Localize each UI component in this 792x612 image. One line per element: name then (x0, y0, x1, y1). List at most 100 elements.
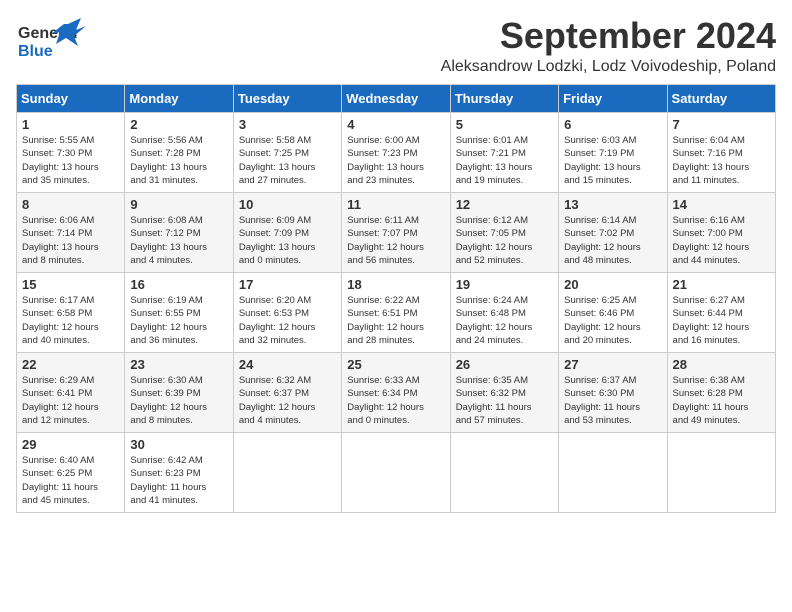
day-number: 27 (564, 357, 661, 372)
day-info: Sunrise: 6:42 AMSunset: 6:23 PMDaylight:… (130, 454, 227, 507)
logo-icon: General Blue (16, 16, 86, 76)
calendar-cell: 19 Sunrise: 6:24 AMSunset: 6:48 PMDayligh… (450, 273, 558, 353)
day-info: Sunrise: 6:40 AMSunset: 6:25 PMDaylight:… (22, 454, 119, 507)
day-info: Sunrise: 6:24 AMSunset: 6:48 PMDaylight:… (456, 294, 553, 347)
calendar-cell: 6 Sunrise: 6:03 AMSunset: 7:19 PMDaylight… (559, 113, 667, 193)
calendar-cell: 17 Sunrise: 6:20 AMSunset: 6:53 PMDayligh… (233, 273, 341, 353)
calendar-subtitle: Aleksandrow Lodzki, Lodz Voivodeship, Po… (86, 58, 776, 76)
day-info: Sunrise: 6:35 AMSunset: 6:32 PMDaylight:… (456, 374, 553, 427)
day-info: Sunrise: 6:09 AMSunset: 7:09 PMDaylight:… (239, 214, 336, 267)
day-info: Sunrise: 6:08 AMSunset: 7:12 PMDaylight:… (130, 214, 227, 267)
day-info: Sunrise: 6:30 AMSunset: 6:39 PMDaylight:… (130, 374, 227, 427)
calendar-cell: 12 Sunrise: 6:12 AMSunset: 7:05 PMDayligh… (450, 193, 558, 273)
calendar-cell: 3 Sunrise: 5:58 AMSunset: 7:25 PMDaylight… (233, 113, 341, 193)
day-info: Sunrise: 6:12 AMSunset: 7:05 PMDaylight:… (456, 214, 553, 267)
calendar-cell: 14 Sunrise: 6:16 AMSunset: 7:00 PMDayligh… (667, 193, 775, 273)
day-number: 29 (22, 437, 119, 452)
column-header-sunday: Sunday (17, 85, 125, 113)
day-number: 17 (239, 277, 336, 292)
column-header-wednesday: Wednesday (342, 85, 450, 113)
day-info: Sunrise: 6:16 AMSunset: 7:00 PMDaylight:… (673, 214, 770, 267)
day-number: 4 (347, 117, 444, 132)
calendar-cell: 16Sunrise: 6:19 AMSunset: 6:55 PMDayligh… (125, 273, 233, 353)
calendar-week-4: 22Sunrise: 6:29 AMSunset: 6:41 PMDayligh… (17, 353, 776, 433)
column-header-tuesday: Tuesday (233, 85, 341, 113)
day-number: 18 (347, 277, 444, 292)
title-block: September 2024 Aleksandrow Lodzki, Lodz … (86, 16, 776, 76)
calendar-cell: 10Sunrise: 6:09 AMSunset: 7:09 PMDayligh… (233, 193, 341, 273)
calendar-cell: 2 Sunrise: 5:56 AMSunset: 7:28 PMDaylight… (125, 113, 233, 193)
day-number: 3 (239, 117, 336, 132)
day-number: 30 (130, 437, 227, 452)
logo: General Blue (16, 16, 86, 76)
day-number: 13 (564, 197, 661, 212)
calendar-header-row: SundayMondayTuesdayWednesdayThursdayFrid… (17, 85, 776, 113)
day-info: Sunrise: 6:06 AMSunset: 7:14 PMDaylight:… (22, 214, 119, 267)
day-number: 26 (456, 357, 553, 372)
day-number: 15 (22, 277, 119, 292)
calendar-table: SundayMondayTuesdayWednesdayThursdayFrid… (16, 84, 776, 513)
calendar-cell (342, 433, 450, 513)
calendar-cell: 21Sunrise: 6:27 AMSunset: 6:44 PMDayligh… (667, 273, 775, 353)
calendar-week-1: 1Sunrise: 5:55 AMSunset: 7:30 PMDaylight… (17, 113, 776, 193)
day-number: 20 (564, 277, 661, 292)
column-header-friday: Friday (559, 85, 667, 113)
day-info: Sunrise: 5:56 AMSunset: 7:28 PMDaylight:… (130, 134, 227, 187)
calendar-cell: 25 Sunrise: 6:33 AMSunset: 6:34 PMDayligh… (342, 353, 450, 433)
day-info: Sunrise: 6:20 AMSunset: 6:53 PMDaylight:… (239, 294, 336, 347)
calendar-cell: 22Sunrise: 6:29 AMSunset: 6:41 PMDayligh… (17, 353, 125, 433)
calendar-cell: 20Sunrise: 6:25 AMSunset: 6:46 PMDayligh… (559, 273, 667, 353)
day-number: 25 (347, 357, 444, 372)
page-header: General Blue September 2024 Aleksandrow … (16, 16, 776, 76)
day-info: Sunrise: 6:01 AMSunset: 7:21 PMDaylight:… (456, 134, 553, 187)
day-number: 9 (130, 197, 227, 212)
calendar-cell: 26 Sunrise: 6:35 AMSunset: 6:32 PMDayligh… (450, 353, 558, 433)
calendar-cell: 29 Sunrise: 6:40 AMSunset: 6:25 PMDayligh… (17, 433, 125, 513)
calendar-cell: 13 Sunrise: 6:14 AMSunset: 7:02 PMDayligh… (559, 193, 667, 273)
day-number: 8 (22, 197, 119, 212)
calendar-cell: 30 Sunrise: 6:42 AMSunset: 6:23 PMDayligh… (125, 433, 233, 513)
day-number: 19 (456, 277, 553, 292)
day-number: 24 (239, 357, 336, 372)
calendar-cell: 7Sunrise: 6:04 AMSunset: 7:16 PMDaylight… (667, 113, 775, 193)
calendar-cell: 11 Sunrise: 6:11 AMSunset: 7:07 PMDayligh… (342, 193, 450, 273)
day-number: 23 (130, 357, 227, 372)
day-info: Sunrise: 6:00 AMSunset: 7:23 PMDaylight:… (347, 134, 444, 187)
day-info: Sunrise: 6:27 AMSunset: 6:44 PMDaylight:… (673, 294, 770, 347)
day-number: 1 (22, 117, 119, 132)
day-info: Sunrise: 6:38 AMSunset: 6:28 PMDaylight:… (673, 374, 770, 427)
calendar-cell (559, 433, 667, 513)
calendar-cell: 5 Sunrise: 6:01 AMSunset: 7:21 PMDaylight… (450, 113, 558, 193)
day-info: Sunrise: 6:29 AMSunset: 6:41 PMDaylight:… (22, 374, 119, 427)
day-info: Sunrise: 6:37 AMSunset: 6:30 PMDaylight:… (564, 374, 661, 427)
calendar-week-5: 29 Sunrise: 6:40 AMSunset: 6:25 PMDayligh… (17, 433, 776, 513)
day-info: Sunrise: 6:04 AMSunset: 7:16 PMDaylight:… (673, 134, 770, 187)
calendar-cell (233, 433, 341, 513)
day-info: Sunrise: 6:33 AMSunset: 6:34 PMDaylight:… (347, 374, 444, 427)
day-number: 5 (456, 117, 553, 132)
calendar-cell: 8 Sunrise: 6:06 AMSunset: 7:14 PMDaylight… (17, 193, 125, 273)
day-info: Sunrise: 5:58 AMSunset: 7:25 PMDaylight:… (239, 134, 336, 187)
day-info: Sunrise: 6:03 AMSunset: 7:19 PMDaylight:… (564, 134, 661, 187)
day-number: 12 (456, 197, 553, 212)
calendar-cell: 15Sunrise: 6:17 AMSunset: 6:58 PMDayligh… (17, 273, 125, 353)
day-info: Sunrise: 6:19 AMSunset: 6:55 PMDaylight:… (130, 294, 227, 347)
day-number: 11 (347, 197, 444, 212)
column-header-thursday: Thursday (450, 85, 558, 113)
calendar-cell (667, 433, 775, 513)
calendar-cell: 24Sunrise: 6:32 AMSunset: 6:37 PMDayligh… (233, 353, 341, 433)
day-number: 2 (130, 117, 227, 132)
day-info: Sunrise: 6:22 AMSunset: 6:51 PMDaylight:… (347, 294, 444, 347)
calendar-week-2: 8 Sunrise: 6:06 AMSunset: 7:14 PMDaylight… (17, 193, 776, 273)
calendar-cell: 9 Sunrise: 6:08 AMSunset: 7:12 PMDaylight… (125, 193, 233, 273)
day-info: Sunrise: 6:14 AMSunset: 7:02 PMDaylight:… (564, 214, 661, 267)
calendar-cell (450, 433, 558, 513)
day-number: 28 (673, 357, 770, 372)
calendar-cell: 4 Sunrise: 6:00 AMSunset: 7:23 PMDaylight… (342, 113, 450, 193)
svg-text:Blue: Blue (18, 43, 53, 60)
column-header-saturday: Saturday (667, 85, 775, 113)
calendar-cell: 18 Sunrise: 6:22 AMSunset: 6:51 PMDayligh… (342, 273, 450, 353)
day-number: 6 (564, 117, 661, 132)
day-number: 14 (673, 197, 770, 212)
day-info: Sunrise: 6:11 AMSunset: 7:07 PMDaylight:… (347, 214, 444, 267)
